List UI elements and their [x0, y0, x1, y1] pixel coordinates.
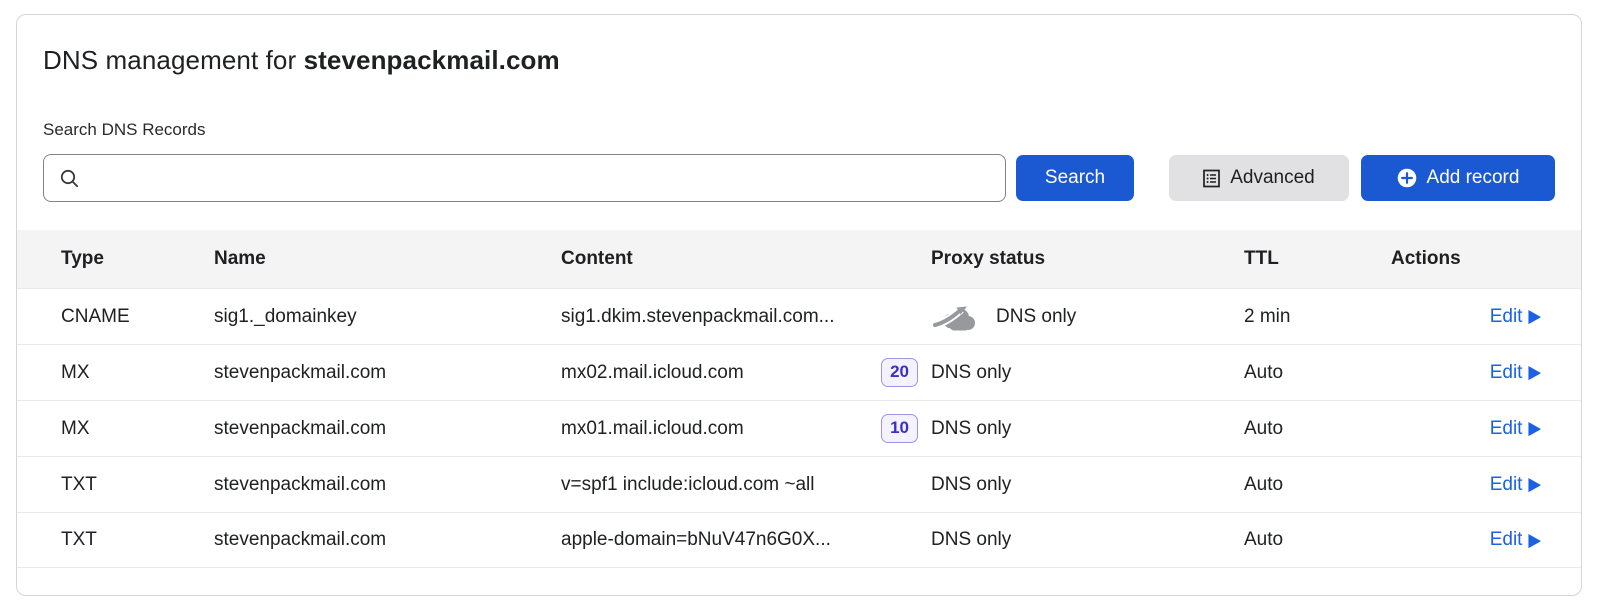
content-cell: v=spf1 include:icloud.com ~all	[561, 474, 931, 496]
actions-cell: Edit ▶	[1391, 306, 1581, 328]
search-box[interactable]	[43, 154, 1006, 202]
content-cell: sig1.dkim.stevenpackmail.com...	[561, 306, 931, 328]
content-cell: mx01.mail.icloud.com 10	[561, 414, 931, 442]
header-name: Name	[214, 248, 561, 270]
edit-label: Edit	[1490, 362, 1523, 384]
advanced-list-icon	[1203, 169, 1220, 188]
actions-cell: Edit ▶	[1391, 474, 1581, 496]
edit-label: Edit	[1490, 306, 1523, 328]
table-row: TXT stevenpackmail.com apple-domain=bNuV…	[17, 512, 1581, 568]
dns-controls-row: Search Advanced Add record	[43, 154, 1555, 202]
ttl-cell: Auto	[1244, 474, 1391, 496]
ttl-cell: Auto	[1244, 529, 1391, 551]
ttl-cell: 2 min	[1244, 306, 1391, 328]
header-type: Type	[17, 248, 214, 270]
header-ttl: TTL	[1244, 248, 1391, 270]
edit-label: Edit	[1490, 474, 1523, 496]
search-input[interactable]	[91, 167, 990, 190]
edit-arrow-icon: ▶	[1529, 363, 1542, 382]
header-content: Content	[561, 248, 931, 270]
actions-cell: Edit ▶	[1391, 362, 1581, 384]
type-cell: TXT	[17, 474, 214, 496]
edit-arrow-icon: ▶	[1529, 419, 1542, 438]
type-cell: MX	[17, 418, 214, 440]
content-value: mx01.mail.icloud.com	[561, 418, 744, 440]
content-value: apple-domain=bNuV47n6G0X...	[561, 529, 831, 551]
edit-label: Edit	[1490, 418, 1523, 440]
content-value: sig1.dkim.stevenpackmail.com...	[561, 306, 835, 328]
name-cell: stevenpackmail.com	[214, 529, 561, 551]
type-cell: MX	[17, 362, 214, 384]
actions-cell: Edit ▶	[1391, 529, 1581, 551]
name-cell: stevenpackmail.com	[214, 474, 561, 496]
edit-link[interactable]: Edit ▶	[1490, 529, 1541, 551]
name-cell: sig1._domainkey	[214, 306, 561, 328]
dns-records-table: Type Name Content Proxy status TTL Actio…	[17, 230, 1581, 568]
proxy-status-label: DNS only	[931, 529, 1011, 551]
proxy-status-label: DNS only	[931, 418, 1011, 440]
actions-cell: Edit ▶	[1391, 418, 1581, 440]
ttl-cell: Auto	[1244, 362, 1391, 384]
priority-badge: 10	[881, 414, 918, 442]
ttl-cell: Auto	[1244, 418, 1391, 440]
proxy-status-cell: DNS only	[931, 362, 1244, 384]
table-row: MX stevenpackmail.com mx02.mail.icloud.c…	[17, 344, 1581, 400]
add-record-button-label: Add record	[1427, 167, 1520, 189]
header-proxy-status: Proxy status	[931, 248, 1244, 270]
advanced-button[interactable]: Advanced	[1169, 155, 1349, 201]
proxy-status-cell: DNS only	[931, 474, 1244, 496]
edit-arrow-icon: ▶	[1529, 531, 1542, 550]
priority-badge: 20	[881, 358, 918, 386]
type-cell: CNAME	[17, 306, 214, 328]
table-header-row: Type Name Content Proxy status TTL Actio…	[17, 230, 1581, 288]
edit-arrow-icon: ▶	[1529, 475, 1542, 494]
search-label: Search DNS Records	[43, 120, 1555, 140]
edit-label: Edit	[1490, 529, 1523, 551]
dns-management-card: DNS management for stevenpackmail.com Se…	[16, 14, 1582, 596]
proxy-status-label: DNS only	[996, 306, 1076, 328]
content-value: v=spf1 include:icloud.com ~all	[561, 474, 814, 496]
search-button[interactable]: Search	[1016, 155, 1134, 201]
proxy-status-cell: DNS only	[931, 529, 1244, 551]
zone-name: stevenpackmail.com	[304, 45, 560, 75]
edit-arrow-icon: ▶	[1529, 307, 1542, 326]
edit-link[interactable]: Edit ▶	[1490, 362, 1541, 384]
table-row: MX stevenpackmail.com mx01.mail.icloud.c…	[17, 400, 1581, 456]
advanced-button-label: Advanced	[1230, 167, 1315, 189]
plus-circle-icon	[1397, 168, 1417, 188]
proxy-status-cell: DNS only	[931, 418, 1244, 440]
proxy-status-label: DNS only	[931, 362, 1011, 384]
table-row: CNAME sig1._domainkey sig1.dkim.stevenpa…	[17, 288, 1581, 344]
content-cell: mx02.mail.icloud.com 20	[561, 358, 931, 386]
proxy-status-label: DNS only	[931, 474, 1011, 496]
add-record-button[interactable]: Add record	[1361, 155, 1555, 201]
name-cell: stevenpackmail.com	[214, 418, 561, 440]
edit-link[interactable]: Edit ▶	[1490, 306, 1541, 328]
dns-only-cloud-icon	[931, 301, 978, 333]
page-title: DNS management for stevenpackmail.com	[43, 45, 1555, 76]
header-actions: Actions	[1391, 248, 1581, 270]
table-row: TXT stevenpackmail.com v=spf1 include:ic…	[17, 456, 1581, 512]
content-value: mx02.mail.icloud.com	[561, 362, 744, 384]
proxy-status-cell: DNS only	[931, 301, 1244, 333]
content-cell: apple-domain=bNuV47n6G0X...	[561, 529, 931, 551]
name-cell: stevenpackmail.com	[214, 362, 561, 384]
type-cell: TXT	[17, 529, 214, 551]
edit-link[interactable]: Edit ▶	[1490, 418, 1541, 440]
search-icon	[59, 168, 80, 189]
edit-link[interactable]: Edit ▶	[1490, 474, 1541, 496]
